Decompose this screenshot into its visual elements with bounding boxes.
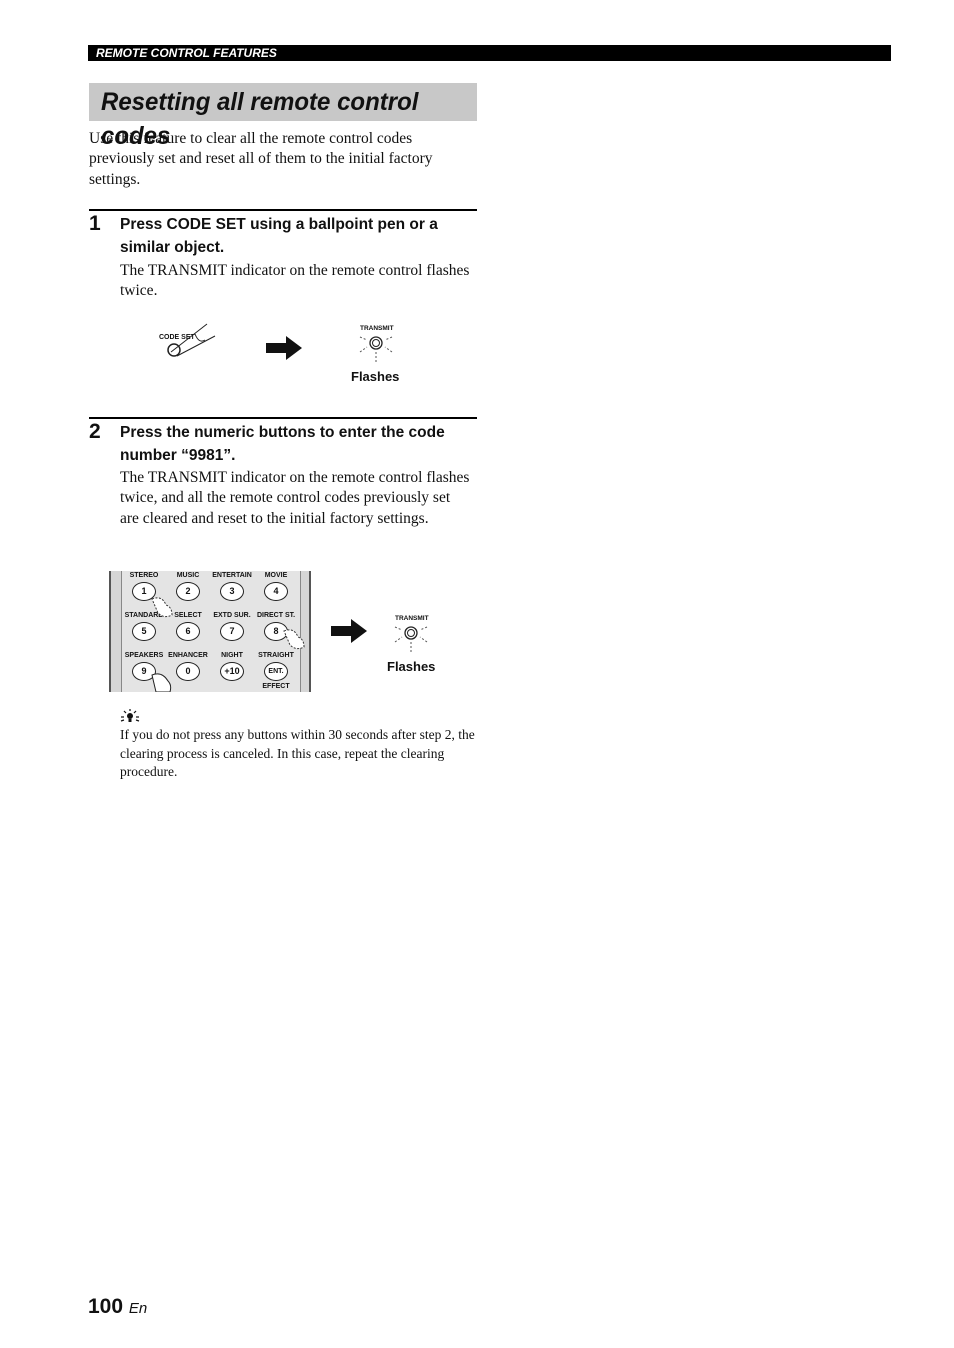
- step-1-number: 1: [89, 212, 101, 235]
- step-1-heading: Press CODE SET using a ballpoint pen or …: [120, 216, 438, 256]
- remote-keypad-panel: STEREO 1 MUSIC 2 ENTERTAIN 3 MOVIE 4 STA…: [121, 571, 305, 692]
- step-2-divider: [89, 417, 477, 419]
- step-2-number: 2: [89, 420, 101, 443]
- section-header-bar: REMOTE CONTROL FEATURES: [88, 45, 891, 61]
- page-language: En: [128, 1300, 148, 1317]
- pen-press-icon: [167, 323, 216, 357]
- section-header: REMOTE CONTROL FEATURES: [96, 46, 277, 60]
- flashes-caption-1: Flashes: [351, 369, 400, 384]
- step-2-body: The TRANSMIT indicator on the remote con…: [120, 469, 470, 527]
- step-2-heading: Press the numeric buttons to enter the c…: [120, 424, 445, 464]
- title-box: Resetting all remote control codes: [89, 83, 477, 150]
- arrow-right-icon: [331, 619, 367, 643]
- tip-text: If you do not press any buttons within 3…: [120, 727, 475, 780]
- flashing-led-icon: [359, 336, 393, 364]
- remote-keypad-figure: STEREO 1 MUSIC 2 ENTERTAIN 3 MOVIE 4 STA…: [109, 571, 311, 692]
- code-set-figure: CODE SET: [155, 318, 225, 363]
- step-1-body: The TRANSMIT indicator on the remote con…: [120, 262, 470, 300]
- flashing-led-icon: [394, 626, 428, 654]
- lightbulb-tip-icon: [120, 709, 140, 722]
- page-number: 100 En: [88, 1295, 147, 1319]
- transmit-indicator-2: TRANSMIT: [385, 614, 437, 654]
- page-number-value: 100: [88, 1295, 124, 1318]
- flashes-caption-2: Flashes: [387, 659, 436, 674]
- transmit-indicator-1: TRANSMIT: [350, 324, 402, 364]
- intro-paragraph: Use this feature to clear all the remote…: [89, 130, 433, 188]
- step-1-divider: [89, 209, 477, 211]
- finger-press-icons: [151, 597, 305, 692]
- arrow-right-icon: [266, 336, 302, 360]
